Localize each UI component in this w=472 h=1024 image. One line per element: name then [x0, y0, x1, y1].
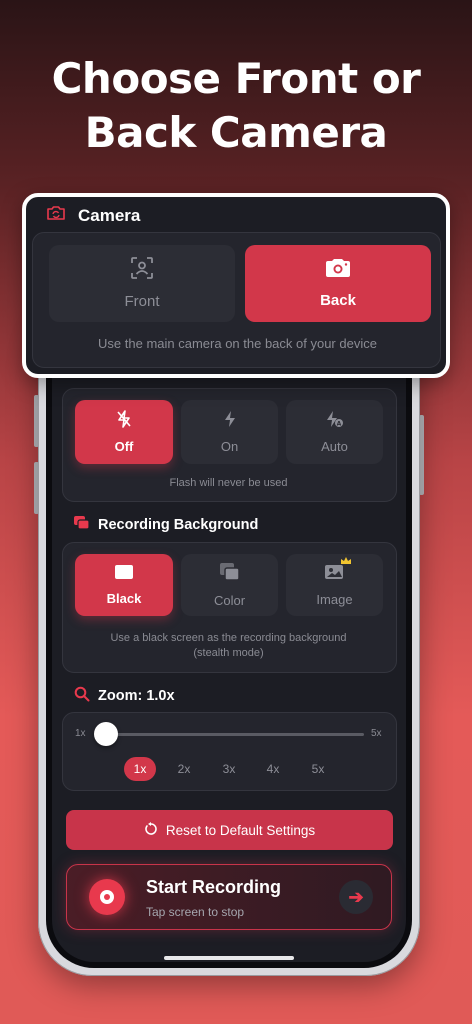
camera-options-card: Front Back Use the main camera on the ba…: [32, 232, 441, 368]
flash-auto-option[interactable]: A Auto: [286, 400, 383, 464]
flash-auto-icon: A: [326, 410, 344, 431]
flash-auto-label: Auto: [321, 439, 348, 454]
headline-line-2: Back Camera: [84, 108, 388, 157]
background-color-label: Color: [213, 593, 246, 608]
camera-title-row: Camera: [46, 205, 140, 226]
zoom-preset-3x[interactable]: 3x: [213, 757, 245, 781]
zoom-min-label: 1x: [75, 728, 86, 739]
crown-icon: [340, 554, 352, 569]
background-caption-line-2: (stealth mode): [193, 647, 264, 659]
background-title: Recording Background: [98, 517, 259, 533]
start-recording-button[interactable]: Start Recording Tap screen to stop ➔: [66, 864, 392, 930]
record-icon: [89, 879, 125, 915]
background-caption-line-1: Use a black screen as the recording back…: [110, 632, 347, 644]
color-layers-icon: [219, 562, 241, 585]
camera-icon: [325, 258, 351, 282]
flash-on-label: On: [220, 439, 239, 454]
camera-back-label: Back: [320, 292, 356, 309]
background-caption: Use a black screen as the recording back…: [62, 631, 395, 661]
zoom-preset-2x[interactable]: 2x: [168, 757, 200, 781]
zoom-title: Zoom: 1.0x: [98, 688, 175, 704]
image-icon: [324, 557, 351, 584]
headline-line-1: Choose Front or: [51, 54, 421, 103]
portrait-icon: [131, 257, 153, 283]
zoom-max-label: 5x: [371, 728, 382, 739]
reset-defaults-button[interactable]: Reset to Default Settings: [66, 810, 393, 850]
camera-caption: Use the main camera on the back of your …: [98, 336, 377, 351]
camera-front-label: Front: [124, 293, 160, 310]
zoom-preset-4x[interactable]: 4x: [257, 757, 289, 781]
background-image-label: Image: [316, 592, 353, 607]
zoom-preset-5x[interactable]: 5x: [302, 757, 334, 781]
zoom-preset-1x[interactable]: 1x: [124, 757, 156, 781]
arrow-right-icon: ➔: [339, 880, 373, 914]
layers-icon: [74, 516, 90, 534]
zoom-section-title: Zoom: 1.0x: [74, 686, 175, 706]
camera-panel: Camera Front Back Use the main camera on…: [22, 193, 450, 378]
reset-icon: [144, 821, 158, 839]
background-section-title: Recording Background: [74, 516, 258, 534]
camera-title: Camera: [78, 205, 141, 225]
reset-label: Reset to Default Settings: [165, 822, 316, 838]
flash-caption: Flash will never be used: [169, 477, 288, 489]
camera-switch-icon: [46, 205, 66, 226]
background-image-option[interactable]: Image: [286, 554, 383, 616]
flash-on-icon: [223, 410, 237, 431]
start-recording-subtitle: Tap screen to stop: [146, 905, 245, 919]
background-black-label: Black: [106, 591, 142, 606]
background-black-option[interactable]: Black: [75, 554, 173, 616]
zoom-search-icon: [74, 686, 90, 706]
start-recording-title: Start Recording: [146, 877, 282, 897]
home-indicator: [164, 956, 294, 960]
camera-back-option[interactable]: Back: [245, 245, 431, 322]
flash-off-label: Off: [114, 439, 134, 454]
flash-on-option[interactable]: On: [181, 400, 278, 464]
flash-off-option[interactable]: Off: [75, 400, 173, 464]
svg-text:A: A: [336, 421, 341, 428]
black-screen-icon: [114, 564, 134, 583]
camera-front-option[interactable]: Front: [49, 245, 235, 322]
flash-off-icon: [116, 410, 132, 431]
background-color-option[interactable]: Color: [181, 554, 278, 616]
zoom-slider-track[interactable]: [106, 733, 364, 736]
headline: Choose Front or Back Camera: [0, 52, 472, 160]
zoom-slider-knob[interactable]: [94, 722, 118, 746]
